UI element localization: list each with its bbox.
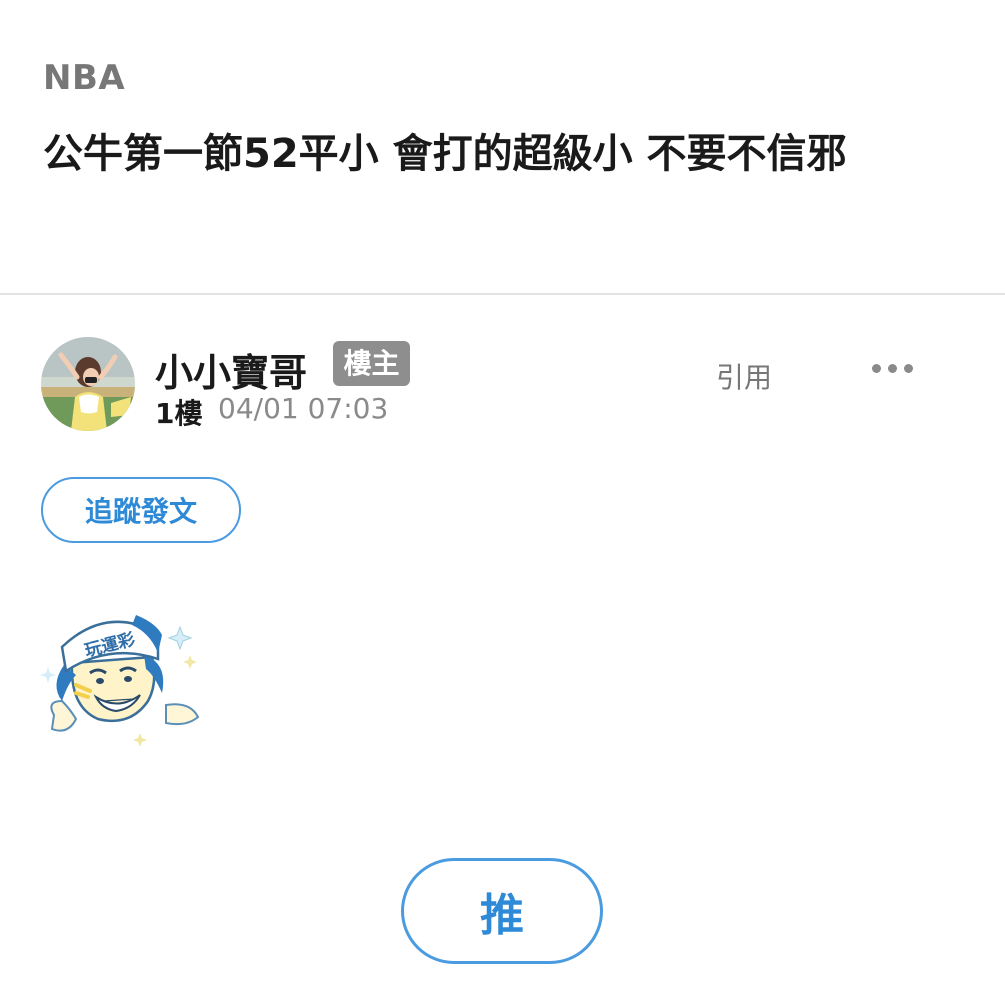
post-title: 公牛第一節52平小 會打的超級小 不要不信邪 bbox=[43, 131, 847, 177]
op-badge: 樓主 bbox=[333, 341, 410, 386]
post-timestamp: 04/01 07:03 bbox=[218, 392, 389, 425]
avatar-photo bbox=[41, 337, 135, 431]
more-dots-icon[interactable] bbox=[862, 352, 922, 384]
author-name[interactable]: 小小寶哥 bbox=[155, 342, 307, 397]
follow-post-button[interactable]: 追蹤發文 bbox=[41, 477, 241, 543]
floor-label: 1樓 bbox=[155, 397, 203, 430]
header-divider bbox=[0, 293, 1005, 295]
forum-post-page: NBA 公牛第一節52平小 會打的超級小 不要不信邪 小小寶哥 樓主 1樓 04… bbox=[0, 0, 1005, 1000]
sticker-icon: 玩運彩 bbox=[40, 605, 205, 755]
quote-button[interactable]: 引用 bbox=[716, 356, 772, 396]
push-button[interactable]: 推 bbox=[401, 858, 603, 964]
avatar[interactable] bbox=[41, 337, 135, 431]
board-name[interactable]: NBA bbox=[43, 58, 125, 98]
